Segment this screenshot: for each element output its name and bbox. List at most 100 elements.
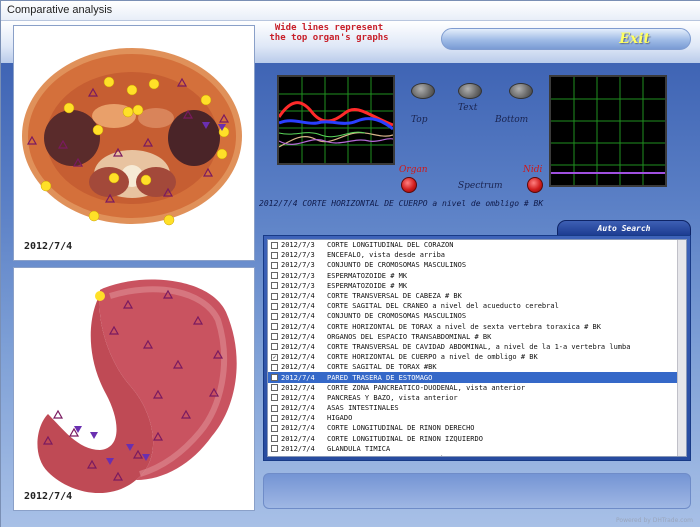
list-item[interactable]: 2012/7/4 CORTE TRANSVERSAL DE CAVIDAD ABD…: [268, 342, 686, 352]
list-item-checkbox[interactable]: [271, 251, 278, 259]
list-item-text: CORTE HORIZONTAL DE TORAX a nivel de sex…: [327, 322, 601, 331]
list-item-text: CORTE SAGITAL DE TORAX #BK: [327, 363, 437, 372]
list-item-date: 2012/7/3: [281, 261, 315, 270]
organ-label: Organ: [399, 165, 428, 175]
list-item-date: 2012/7/3: [281, 271, 315, 280]
stomach-image-panel[interactable]: 2012/7/4: [13, 267, 255, 511]
exit-button[interactable]: Exit: [441, 28, 691, 50]
list-item[interactable]: ✓ 2012/7/4 CORTE HORIZONTAL DE CUERPO a ni…: [268, 352, 686, 362]
text-button-label: Text: [458, 103, 478, 113]
nidi-button[interactable]: [527, 177, 543, 193]
list-item[interactable]: 2012/7/3 ESPERMATOZOIDE # MK: [268, 271, 686, 281]
list-item-checkbox[interactable]: [271, 394, 278, 402]
list-item-text: PANCREAS Y BAZO, vista anterior: [327, 393, 458, 402]
list-item-date: 2012/7/4: [281, 292, 315, 301]
bottom-button[interactable]: [509, 83, 533, 99]
list-item-text: ENCEFALO, vista desde arriba: [327, 251, 446, 260]
list-item-date: 2012/7/4: [281, 404, 315, 413]
window-title: Comparative analysis: [1, 1, 700, 21]
list-item-checkbox[interactable]: [271, 323, 278, 331]
list-item-date: 2012/7/4: [281, 424, 315, 433]
list-item-text: CORTE LONGITUDINAL DE RINON IZQUIERDO: [327, 434, 483, 443]
list-item-checkbox[interactable]: [271, 384, 278, 392]
list-item-checkbox[interactable]: [271, 282, 278, 290]
list-item[interactable]: 2012/7/4 CONJUNTO DE CROMOSOMAS MASCULINO…: [268, 311, 686, 321]
list-item-text: ESPERMATOZOIDE # MK: [327, 281, 408, 290]
list-item-date: 2012/7/4: [281, 383, 315, 392]
list-item-checkbox[interactable]: [271, 312, 278, 320]
list-item[interactable]: 2012/7/4 CORTE HORIZONTAL DE TORAX a nive…: [268, 322, 686, 332]
list-item-date: 2012/7/4: [281, 302, 315, 311]
list-item-checkbox[interactable]: [271, 424, 278, 432]
note-line-2: the top organ's graphs: [269, 33, 389, 43]
organ-button[interactable]: [401, 177, 417, 193]
list-item[interactable]: 2012/7/4 CORTE LONGITUDINAL DE RINON IZQU…: [268, 434, 686, 444]
note-line-1: Wide lines represent: [274, 23, 384, 33]
list-item-date: 2012/7/4: [281, 393, 315, 402]
list-item-checkbox[interactable]: [271, 333, 278, 341]
list-item-checkbox[interactable]: [271, 363, 278, 371]
list-item-date: 2012/7/4: [281, 455, 327, 456]
organ-graph-right: [549, 75, 667, 187]
spectrum-label: Spectrum: [458, 181, 503, 191]
list-item-checkbox[interactable]: [271, 343, 278, 351]
list-item-date: 2012/7/4: [281, 312, 315, 321]
abdominal-cross-section-image: [22, 48, 242, 226]
list-item-checkbox[interactable]: [271, 302, 278, 310]
list-item[interactable]: 2012/7/3 ESPERMATOZOIDE # MK: [268, 281, 686, 291]
list-scrollbar[interactable]: [677, 240, 686, 456]
list-item[interactable]: 2012/7/4 CORTE LONGITUDINAL DE RINON DERE…: [268, 423, 686, 433]
list-item-date: 2012/7/3: [281, 281, 315, 290]
list-item[interactable]: 2012/7/4 PARED TRASERA DE ESTOMAGO: [268, 372, 686, 383]
list-item[interactable]: 2012/7/4GLANDULA TIMICA Frequency-therap…: [268, 454, 686, 456]
watermark-text: Powered by DHTrade.com: [616, 517, 693, 524]
list-item-text: CORTE TRANSVERSAL DE CAVIDAD ABDOMINAL, …: [327, 342, 631, 351]
list-item[interactable]: 2012/7/4 HIGADO: [268, 413, 686, 423]
list-item-checkbox[interactable]: [271, 435, 278, 443]
list-item[interactable]: 2012/7/4 CORTE TRANSVERSAL DE CABEZA # BK: [268, 291, 686, 301]
bottom-button-label: Bottom: [495, 115, 529, 125]
list-item[interactable]: 2012/7/4 ASAS INTESTINALES: [268, 403, 686, 413]
list-item-date: 2012/7/4: [281, 332, 315, 341]
list-item[interactable]: 2012/7/4 ORGANOS DEL ESPACIO TRANSABDOMIN…: [268, 332, 686, 342]
list-item-checkbox[interactable]: [271, 292, 278, 300]
list-item-text: CONJUNTO DE CROMOSOMAS MASCULINOS: [327, 261, 467, 270]
list-item-checkbox[interactable]: [271, 414, 278, 422]
list-item[interactable]: 2012/7/3 CONJUNTO DE CROMOSOMAS MASCULINO…: [268, 260, 686, 270]
waveform-graph-left: [277, 77, 394, 163]
top-button-label: Top: [411, 115, 428, 125]
top-button[interactable]: [411, 83, 435, 99]
list-item-text: PARED TRASERA DE ESTOMAGO: [327, 373, 433, 382]
status-panel: [263, 473, 691, 509]
list-item-checkbox[interactable]: [271, 241, 278, 249]
list-item-checkbox[interactable]: [271, 374, 278, 382]
graph-legend-note: Wide lines represent the top organ's gra…: [259, 23, 399, 43]
list-item-checkbox[interactable]: [271, 272, 278, 280]
list-item-checkbox[interactable]: [271, 261, 278, 269]
list-item-date: 2012/7/4: [281, 322, 315, 331]
list-item[interactable]: 2012/7/3 CORTE LONGITUDINAL DEL CORAZON: [268, 240, 686, 250]
list-item-checkbox[interactable]: [271, 404, 278, 412]
list-item[interactable]: 2012/7/4 PANCREAS Y BAZO, vista anterior: [268, 393, 686, 403]
list-item-date: 2012/7/4: [281, 444, 315, 453]
list-item[interactable]: 2012/7/4 CORTE SAGITAL DE TORAX #BK: [268, 362, 686, 372]
list-item[interactable]: 2012/7/4 CORTE SAGITAL DEL CRANEO a nivel…: [268, 301, 686, 311]
text-button[interactable]: [458, 83, 482, 99]
list-item-date: 2012/7/3: [281, 251, 315, 260]
list-item-checkbox[interactable]: ✓: [271, 353, 278, 361]
cross-section-image-panel[interactable]: 2012/7/4: [13, 25, 255, 261]
list-item-text: ESPERMATOZOIDE # MK: [327, 271, 408, 280]
list-item-date: 2012/7/4: [281, 342, 315, 351]
list-item-checkbox[interactable]: [271, 445, 278, 453]
list-item[interactable]: 2012/7/4 CORTE ZONA PANCREATICO-DUODENAL,…: [268, 383, 686, 393]
waveform-graph-right: [551, 77, 665, 185]
image-date-label: 2012/7/4: [24, 491, 73, 502]
list-item-text: GLANDULA TIMICA: [327, 444, 391, 453]
list-item-text: CONJUNTO DE CROMOSOMAS MASCULINOS: [327, 312, 467, 321]
list-item-date: 2012/7/3: [281, 241, 315, 250]
organ-list[interactable]: 2012/7/3 CORTE LONGITUDINAL DEL CORAZON 20…: [267, 239, 687, 457]
list-item[interactable]: 2012/7/3 ENCEFALO, vista desde arriba: [268, 250, 686, 260]
list-item-date: 2012/7/4: [281, 414, 315, 423]
list-item-checkbox[interactable]: [271, 455, 278, 456]
list-item[interactable]: 2012/7/4 GLANDULA TIMICA: [268, 444, 686, 454]
